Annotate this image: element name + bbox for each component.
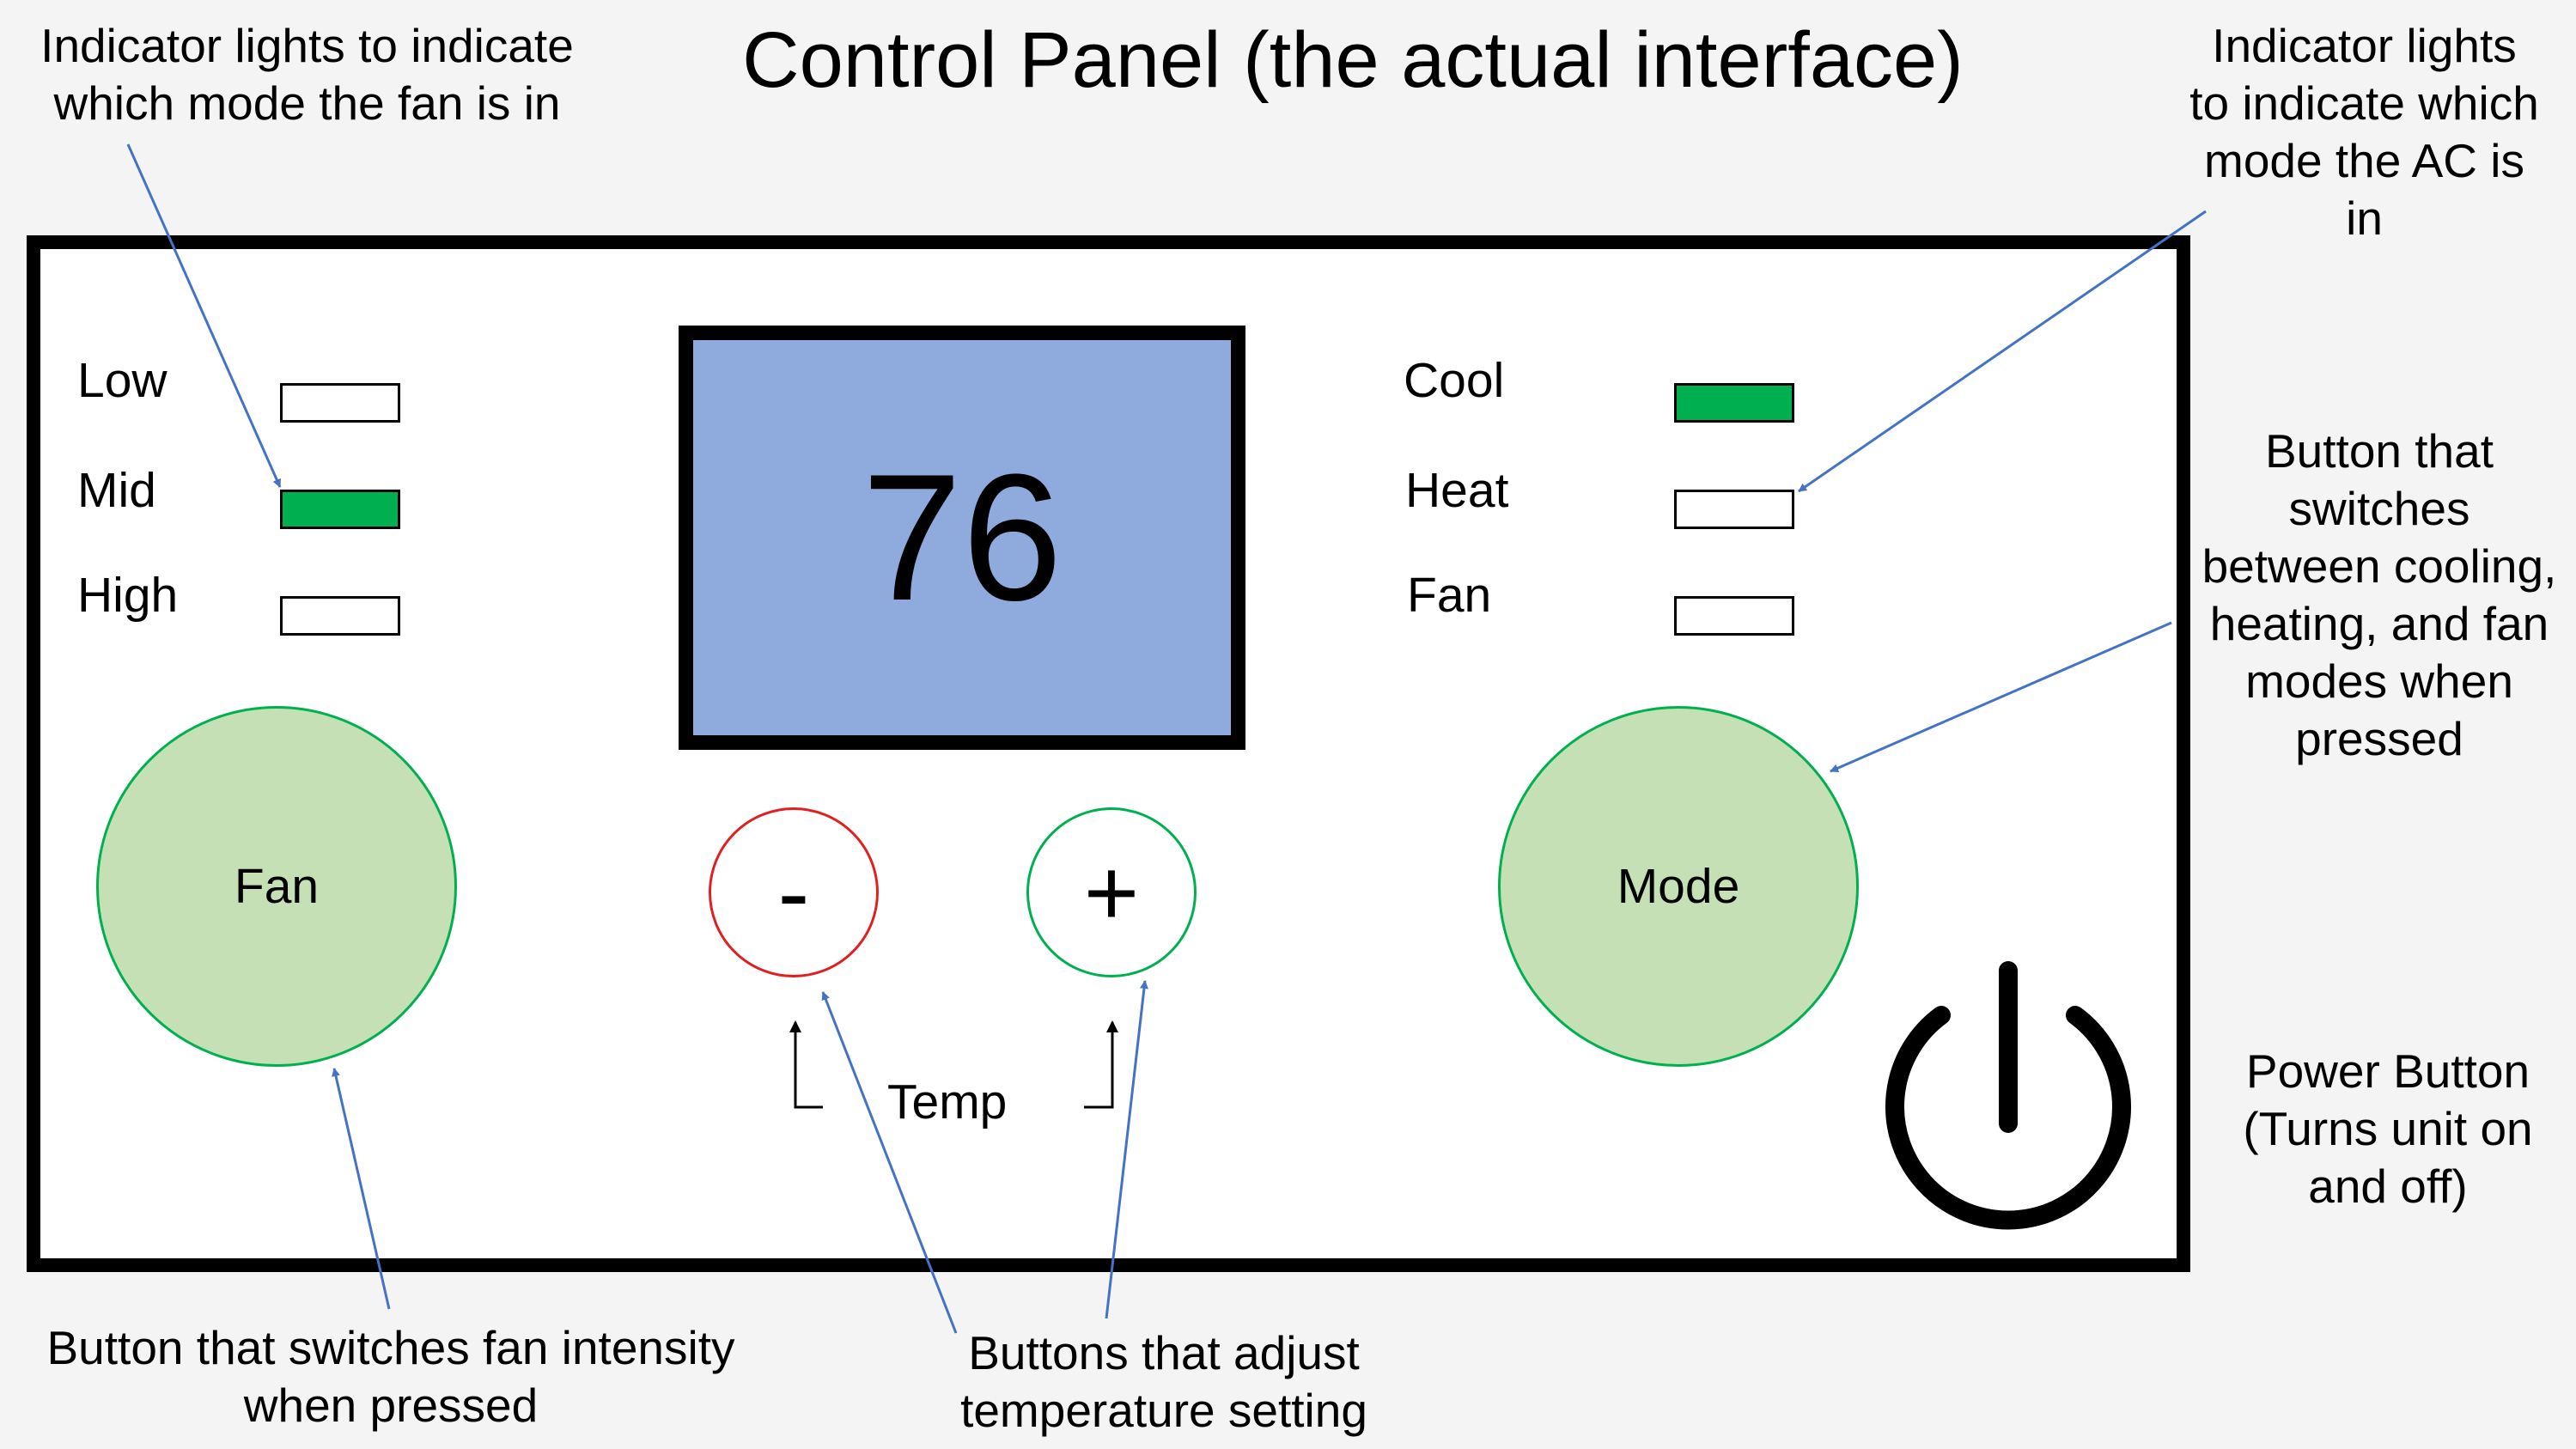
annotation-arrows	[126, 143, 2207, 1334]
arrow-fan-lights	[126, 143, 282, 488]
arrow-ac-lights	[1798, 210, 2207, 493]
arrow-temp-minus	[821, 991, 958, 1334]
temp-bracket-right	[1084, 1020, 1118, 1109]
temp-bracket-left	[789, 1020, 823, 1109]
arrow-mode-button	[1830, 621, 2172, 773]
arrow-fan-button	[332, 1068, 391, 1310]
